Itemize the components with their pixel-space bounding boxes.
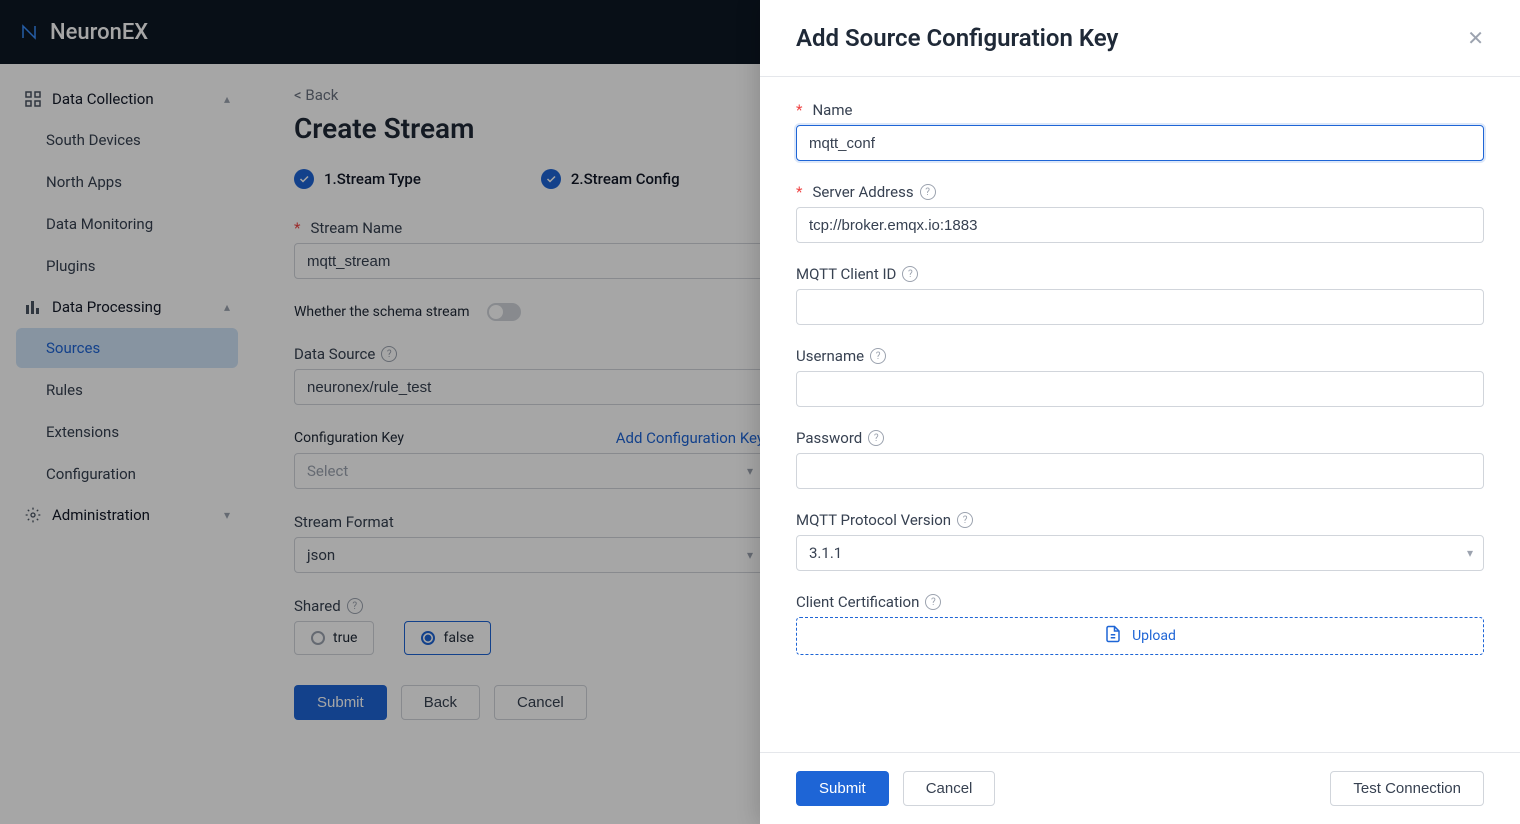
close-icon[interactable]: ✕ (1467, 26, 1484, 50)
upload-label: Upload (1132, 628, 1176, 644)
server-address-input[interactable] (796, 207, 1484, 243)
server-address-label: Server Address (812, 183, 913, 201)
help-icon[interactable]: ? (957, 512, 973, 528)
drawer-submit-button[interactable]: Submit (796, 771, 889, 806)
protocol-version-label: MQTT Protocol Version (796, 511, 951, 529)
password-label: Password (796, 429, 862, 447)
username-label: Username (796, 347, 864, 365)
name-label: Name (812, 101, 852, 119)
help-icon[interactable]: ? (920, 184, 936, 200)
drawer-cancel-button[interactable]: Cancel (903, 771, 996, 806)
client-cert-label: Client Certification (796, 593, 919, 611)
file-icon (1104, 625, 1122, 647)
drawer-add-source-config: Add Source Configuration Key ✕ *Name *Se… (760, 0, 1520, 824)
client-id-label: MQTT Client ID (796, 265, 896, 283)
password-input[interactable] (796, 453, 1484, 489)
chevron-down-icon: ▾ (1467, 546, 1473, 560)
client-id-input[interactable] (796, 289, 1484, 325)
upload-button[interactable]: Upload (796, 617, 1484, 655)
help-icon[interactable]: ? (902, 266, 918, 282)
select-value: 3.1.1 (809, 544, 842, 562)
drawer-title: Add Source Configuration Key (796, 24, 1118, 52)
name-input[interactable] (796, 125, 1484, 161)
help-icon[interactable]: ? (870, 348, 886, 364)
help-icon[interactable]: ? (925, 594, 941, 610)
help-icon[interactable]: ? (868, 430, 884, 446)
username-input[interactable] (796, 371, 1484, 407)
protocol-version-select[interactable]: 3.1.1 ▾ (796, 535, 1484, 571)
test-connection-button[interactable]: Test Connection (1330, 771, 1484, 806)
